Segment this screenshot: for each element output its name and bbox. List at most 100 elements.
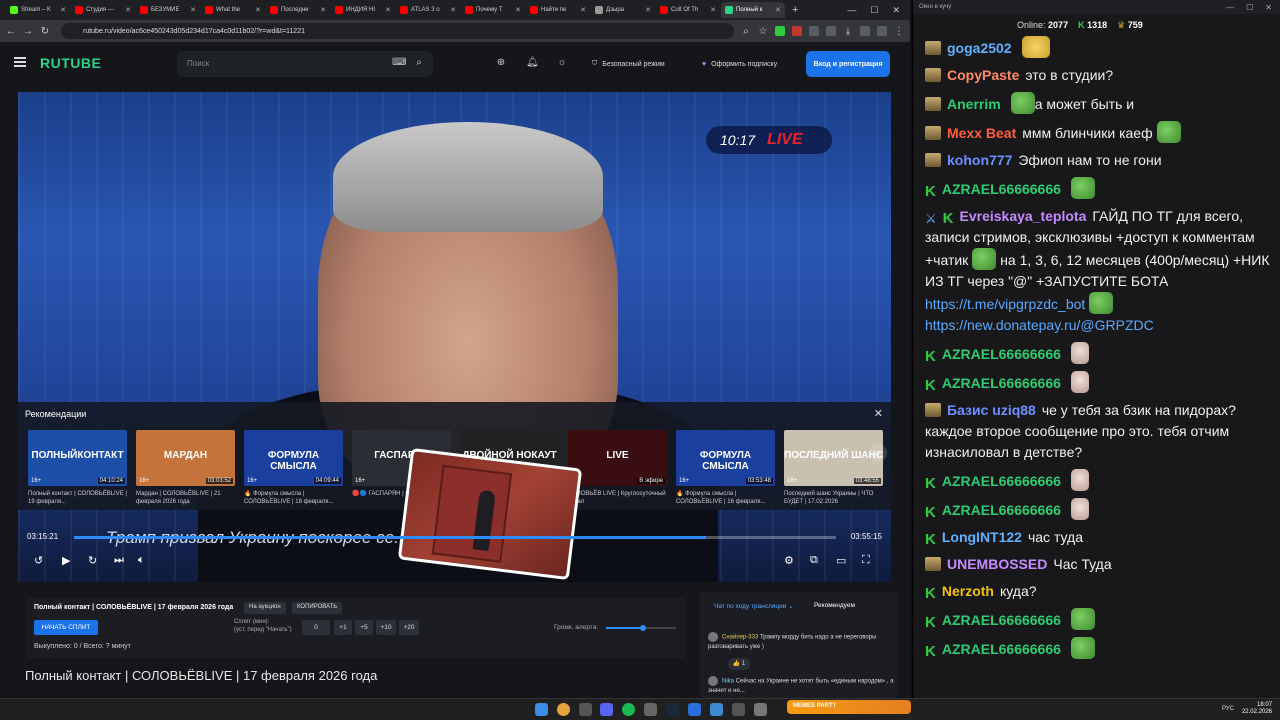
close-icon[interactable]: ✕ [874, 407, 883, 420]
extension-icon[interactable] [826, 26, 836, 36]
chat-username[interactable]: Anerrim [947, 96, 1001, 112]
close-tab-icon[interactable]: ✕ [125, 6, 131, 14]
chat-username[interactable]: AZRAEL66666666 [942, 346, 1061, 362]
chat-author[interactable]: Снайпер-333 [722, 635, 758, 641]
reaction-badge[interactable]: 👍 1 [728, 658, 750, 670]
recommendation-card[interactable]: ФОРМУЛА СМЫСЛА 16+ 04:09:44 🔥 Формула смысл… [244, 430, 343, 506]
zoom-icon[interactable]: ⌕ [741, 26, 751, 37]
browser-tab[interactable]: What the ✕ [201, 2, 265, 18]
bookmark-star-icon[interactable]: ☆ [758, 26, 768, 37]
browser-tab[interactable]: БЕЗУМИЕ ✕ [136, 2, 200, 18]
next-icon[interactable]: ⏭ [114, 554, 124, 567]
browser-tab[interactable]: Студия — ✕ [71, 2, 135, 18]
chat-link[interactable]: https://new.donatepay.ru/@GRPZDC [925, 317, 1154, 333]
extension-icon[interactable] [809, 26, 819, 36]
bell-icon[interactable]: 🔔︎ [526, 57, 539, 69]
add-20-button[interactable]: +20 [399, 620, 419, 635]
browser-tab[interactable]: Cult Of Th ✕ [656, 2, 720, 18]
close-tab-icon[interactable]: ✕ [775, 6, 781, 14]
browser-tab[interactable]: Найти пе ✕ [526, 2, 590, 18]
close-tab-icon[interactable]: ✕ [515, 6, 521, 14]
chat-username[interactable]: LongINT122 [942, 529, 1022, 545]
chat-username[interactable]: Базис uziq88 [947, 402, 1036, 418]
close-tab-icon[interactable]: ✕ [255, 6, 261, 14]
chat-username[interactable]: UNEMBOSSED [947, 556, 1047, 572]
steam-icon[interactable] [666, 703, 679, 716]
close-tab-icon[interactable]: ✕ [450, 6, 456, 14]
copy-button[interactable]: КОПИРОВАТЬ [292, 602, 343, 614]
browser-tab[interactable]: Последни ✕ [266, 2, 330, 18]
browser-tab[interactable]: Дзырa ✕ [591, 2, 655, 18]
chat-username[interactable]: Nerzoth [942, 583, 994, 599]
close-tab-icon[interactable]: ✕ [190, 6, 196, 14]
chat-link[interactable]: https://t.me/vipgrpzdc_bot [925, 296, 1085, 312]
close-tab-icon[interactable]: ✕ [60, 6, 66, 14]
chat-username[interactable]: AZRAEL66666666 [942, 502, 1061, 518]
pip-icon[interactable]: ⧉ [810, 554, 818, 567]
discord-icon[interactable] [600, 703, 613, 716]
windows-start-icon[interactable] [535, 703, 548, 716]
close-tab-icon[interactable]: ✕ [580, 6, 586, 14]
progress-bar[interactable] [74, 536, 836, 539]
clock[interactable]: 18:07 22.02.2026 [1242, 702, 1272, 716]
tab-recommended[interactable]: Рекомендуем [814, 602, 855, 609]
chat-username[interactable]: goga2502 [947, 40, 1012, 56]
settings-gear-icon[interactable]: ⚙ [784, 554, 794, 567]
video-player[interactable]: 10:17 LIVE Рекомендации ✕ ПОЛНЫЙКОНТАКТ 1… [18, 92, 891, 582]
minimize-button[interactable]: — [847, 5, 856, 16]
close-window-button[interactable]: ✕ [1265, 3, 1272, 12]
forward-10-icon[interactable]: ↻ [88, 554, 97, 567]
chat-username[interactable]: Mexx Beat [947, 125, 1016, 141]
url-field[interactable]: rutube.ru/video/ac6ce450243d05d234d17ca4… [61, 23, 734, 39]
chrome-icon[interactable] [557, 703, 570, 716]
profile-avatar[interactable] [877, 26, 887, 36]
spotify-icon[interactable] [622, 703, 635, 716]
language-indicator[interactable]: РУС [1222, 706, 1234, 712]
new-tab-button[interactable]: + [786, 4, 804, 16]
search-icon[interactable]: ⌕ [413, 57, 425, 69]
safe-mode-button[interactable]: ⛉ Безопасный режим [592, 54, 665, 74]
chat-username[interactable]: AZRAEL66666666 [942, 473, 1061, 489]
app-icon[interactable] [732, 703, 745, 716]
add-1-button[interactable]: +1 [334, 620, 352, 635]
maximize-button[interactable]: ☐ [1246, 3, 1253, 12]
chat-username[interactable]: AZRAEL66666666 [942, 375, 1061, 391]
app-icon[interactable] [688, 703, 701, 716]
split-minutes-input[interactable]: 0 [302, 620, 330, 635]
download-icon[interactable]: ⤓ [843, 26, 853, 37]
recommendation-card[interactable]: ПОЛНЫЙКОНТАКТ 16+ 04:10:24 Полный контакт |… [28, 430, 127, 506]
browser-tab[interactable]: Полный к ✕ [721, 2, 785, 18]
play-icon[interactable]: ▶ [62, 554, 70, 567]
browser-tab[interactable]: ИНДИЯ HI ✕ [331, 2, 395, 18]
auction-button[interactable]: На аукцион [244, 602, 286, 614]
browser-tab[interactable]: ATLAS 3 o ✕ [396, 2, 460, 18]
start-split-button[interactable]: НАЧАТЬ СПЛИТ [34, 620, 98, 635]
chat-username[interactable]: AZRAEL66666666 [942, 641, 1061, 657]
volume-icon[interactable]: 🔈︎ [138, 554, 145, 567]
upload-icon[interactable]: ⊕ [495, 57, 507, 69]
extension-icon[interactable] [775, 26, 785, 36]
chat-username[interactable]: AZRAEL66666666 [942, 612, 1061, 628]
forward-icon[interactable]: → [23, 26, 33, 37]
chat-username[interactable]: AZRAEL66666666 [942, 181, 1061, 197]
recommendation-card[interactable]: LIVE16+В эфире СОЛОВЬЁВ LIVE | Круглосуто… [568, 430, 667, 506]
add-5-button[interactable]: +5 [355, 620, 373, 635]
browser-tab[interactable]: Почему T ✕ [461, 2, 525, 18]
back-icon[interactable]: ← [6, 26, 16, 37]
rutube-logo[interactable]: RUTUBE [40, 55, 101, 71]
extension-icon[interactable] [792, 26, 802, 36]
chat-username[interactable]: kohon777 [947, 152, 1012, 168]
login-button[interactable]: Вход и регистрация [806, 51, 890, 77]
close-tab-icon[interactable]: ✕ [320, 6, 326, 14]
reload-icon[interactable]: ↻ [40, 26, 50, 37]
recommendation-card[interactable]: ПОСЛЕДНИЙ ШАНС 16+ 03:48:55 Последний шанс … [784, 430, 883, 506]
menu-kebab-icon[interactable]: ⋮ [894, 26, 904, 37]
keyboard-icon[interactable]: ⌨ [392, 57, 406, 69]
theme-sun-icon[interactable]: ☼ [556, 57, 568, 69]
tab-live-chat[interactable]: Чат по ходу трансляции ⌄ [714, 602, 794, 610]
chat-author[interactable]: Nika [722, 679, 734, 685]
chevron-right-icon[interactable]: › [869, 444, 887, 462]
chat-username[interactable]: Evreiskaya_teplota [960, 208, 1087, 224]
close-tab-icon[interactable]: ✕ [645, 6, 651, 14]
recommendation-card[interactable]: ФОРМУЛА СМЫСЛА 16+ 03:53:48 🔥 Формула смысл… [676, 430, 775, 506]
